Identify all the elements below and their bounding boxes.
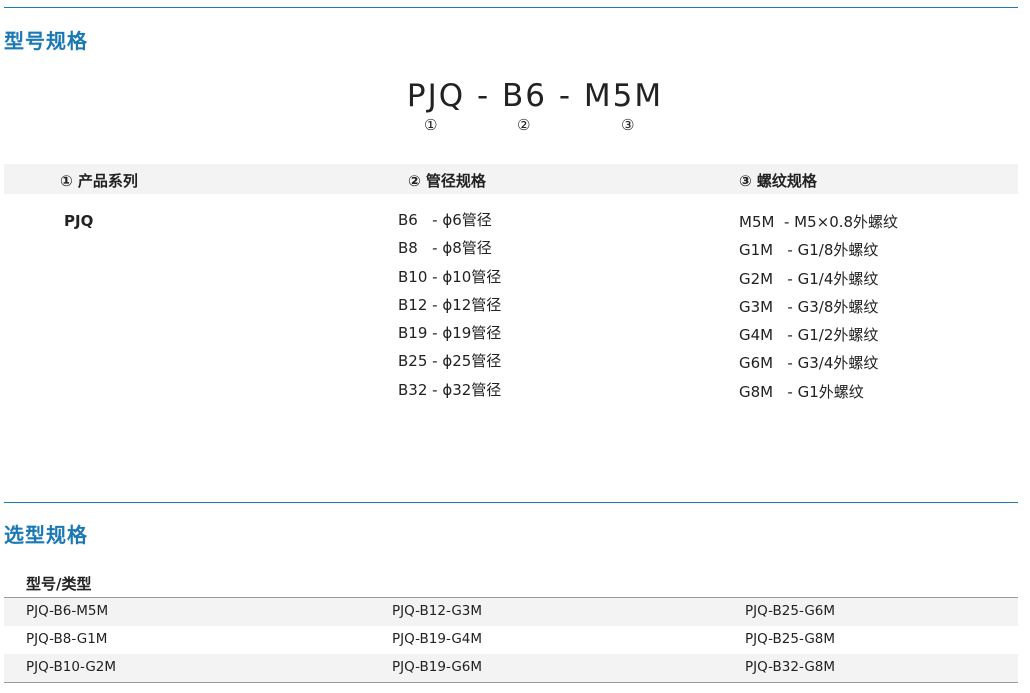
list-item: B32 - ϕ32管径	[398, 380, 502, 399]
table-cell: PJQ-B25-G8M	[745, 631, 836, 647]
thread-spec-list: M5M - M5×0.8外螺纹 G1M - G1/8外螺纹 G2M - G1/4…	[739, 212, 898, 410]
list-item: G6M - G3/4外螺纹	[739, 354, 879, 373]
marker-3: ③	[621, 116, 635, 134]
list-item: B25 - ϕ25管径	[398, 352, 502, 371]
model-code: PJQ - B6 - M5M	[406, 78, 664, 114]
table-row: PJQ-B10-G2M PJQ-B19-G6M PJQ-B32-G8M	[4, 654, 1018, 682]
table-cell: PJQ-B10-G2M	[26, 659, 117, 675]
list-item: B8 - ϕ8管径	[398, 239, 492, 258]
header-thread-spec: ③ 螺纹规格	[739, 172, 817, 190]
table-cell: PJQ-B32-G8M	[745, 659, 836, 675]
marker-2: ②	[517, 116, 531, 134]
list-item: G3M - G3/8外螺纹	[739, 297, 879, 316]
list-item: B19 - ϕ19管径	[398, 324, 502, 343]
header-tube-size: ② 管径规格	[408, 172, 486, 190]
list-item: B6 - ϕ6管径	[398, 211, 492, 229]
section-divider	[4, 502, 1018, 503]
list-item: B12 - ϕ12管径	[398, 295, 502, 314]
table-bottom-rule	[4, 682, 1018, 683]
list-item: G4M - G1/2外螺纹	[739, 326, 879, 345]
list-item: G8M - G1外螺纹	[739, 382, 864, 401]
header-product-series: ① 产品系列	[60, 172, 138, 190]
list-item: B10 - ϕ10管径	[398, 267, 502, 286]
list-item: M5M - M5×0.8外螺纹	[739, 213, 899, 231]
product-series-value: PJQ	[64, 212, 94, 230]
list-item: G1M - G1/8外螺纹	[739, 241, 879, 260]
table-cell: PJQ-B19-G6M	[392, 659, 483, 675]
table-cell: PJQ-B12-G3M	[392, 603, 483, 619]
table-row: PJQ-B8-G1M PJQ-B19-G4M PJQ-B25-G8M	[4, 626, 1018, 654]
spec-header-bar	[4, 164, 1018, 194]
marker-1: ①	[424, 116, 438, 134]
top-divider	[4, 7, 1018, 8]
section-title-model-spec: 型号规格	[4, 29, 88, 53]
table-cell: PJQ-B19-G4M	[392, 631, 483, 647]
table-header-model-type: 型号/类型	[26, 575, 92, 593]
table-cell: PJQ-B6-M5M	[26, 603, 109, 619]
tube-size-list: B6 - ϕ6管径 B8 - ϕ8管径 B10 - ϕ10管径 B12 - ϕ1…	[398, 210, 501, 408]
table-cell: PJQ-B8-G1M	[26, 631, 108, 647]
table-row: PJQ-B6-M5M PJQ-B12-G3M PJQ-B25-G6M	[4, 598, 1018, 626]
table-cell: PJQ-B25-G6M	[745, 603, 836, 619]
section-title-selection: 选型规格	[4, 523, 88, 547]
list-item: G2M - G1/4外螺纹	[739, 269, 879, 288]
